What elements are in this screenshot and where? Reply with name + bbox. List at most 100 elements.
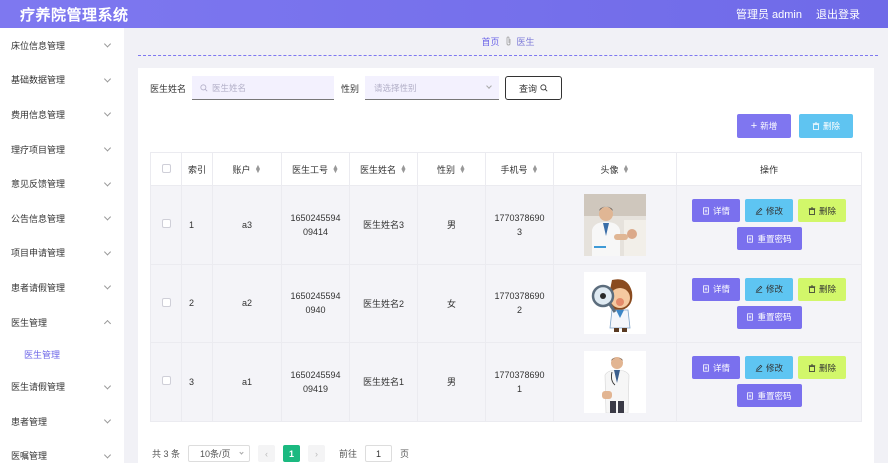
chevron-down-icon (103, 40, 112, 48)
sidebar-item-patient-leave[interactable]: 患者请假管理 (0, 270, 124, 305)
select-all-checkbox[interactable] (161, 163, 171, 173)
main-content: 首页 医生 医生姓名 医生姓名 性别 请选择性别 查询 + 新增 删除 索引 账… (124, 28, 888, 463)
chevron-down-icon (103, 451, 112, 459)
total-count: 共 3 条 (152, 449, 181, 459)
sidebar-item-therapy[interactable]: 理疗项目管理 (0, 132, 124, 167)
cell-gender: 男 (417, 185, 486, 265)
cell-name: 医生姓名3 (349, 185, 418, 265)
sidebar-item-project-apply[interactable]: 项目申请管理 (0, 236, 124, 271)
sort-icon[interactable]: ▲ ▼ (532, 164, 539, 175)
breadcrumb-current: 医生 (516, 37, 535, 47)
chevron-up-icon (103, 320, 112, 328)
delete-button[interactable]: 删除 (798, 199, 846, 223)
search-icon (540, 84, 548, 92)
sort-icon[interactable]: ▲ ▼ (623, 164, 630, 175)
toolbar: + 新增 删除 (737, 114, 853, 138)
delete-button[interactable]: 删除 (798, 277, 846, 301)
header-gender[interactable]: 性别 ▲ ▼ (417, 152, 486, 186)
chevron-down-icon (103, 282, 112, 290)
doctor-avatar-photo[interactable] (584, 350, 646, 413)
edit-button[interactable]: 修改 (745, 277, 793, 301)
table-row: 3 a1 1650245594 09419 医生姓名1 男 1770378690… (150, 342, 862, 422)
gender-select[interactable]: 请选择性别 (365, 76, 500, 100)
edit-button[interactable]: 修改 (745, 199, 793, 223)
header-avatar[interactable]: 头像 ▲ ▼ (553, 152, 677, 186)
chevron-down-icon (103, 248, 112, 256)
doctor-list-card: 医生姓名 医生姓名 性别 请选择性别 查询 + 新增 删除 索引 账户 ▲ ▼ … (138, 68, 874, 463)
sidebar-item-feedback[interactable]: 意见反馈管理 (0, 166, 124, 201)
sort-icon[interactable]: ▲ ▼ (255, 164, 262, 175)
breadcrumb: 首页 医生 (138, 28, 878, 56)
current-user: 管理员 admin (735, 9, 802, 21)
doctor-avatar-photo[interactable] (584, 193, 646, 256)
cell-name: 医生姓名1 (349, 342, 418, 422)
sidebar-item-doctor-leave[interactable]: 医生请假管理 (0, 369, 124, 404)
cell-index: 3 (181, 342, 213, 422)
row-actions: 详情 修改 删除 重置密码 (677, 199, 861, 251)
document-icon (747, 392, 754, 400)
table-row: 1 a3 1650245594 09414 医生姓名3 男 1770378690… (150, 185, 862, 265)
sidebar-item-doctor[interactable]: 医生管理 (0, 305, 124, 340)
detail-button[interactable]: 详情 (692, 356, 740, 380)
cell-gender: 女 (417, 263, 486, 343)
breadcrumb-home[interactable]: 首页 (481, 35, 499, 48)
reset-password-button[interactable]: 重置密码 (736, 227, 802, 251)
sidebar-subitem-doctor[interactable]: 医生管理 (0, 339, 124, 369)
page-size-select[interactable]: 10条/页 (188, 445, 251, 462)
row-checkbox[interactable] (161, 219, 171, 229)
name-label: 医生姓名 (150, 83, 187, 94)
delete-button[interactable]: 删除 (798, 356, 846, 380)
batch-delete-button[interactable]: 删除 (799, 114, 853, 138)
sidebar-item-order[interactable]: 医嘱管理 (0, 439, 124, 463)
plus-icon: + (750, 119, 758, 132)
cell-phone: 1770378690 1 (494, 369, 545, 394)
chevron-down-icon (103, 213, 112, 221)
app-title: 疗养院管理系统 (20, 6, 129, 24)
table-row: 2 a2 1650245594 0940 医生姓名2 女 1770378690 … (150, 263, 862, 343)
header-job-no[interactable]: 医生工号 ▲ ▼ (281, 152, 350, 186)
sort-icon[interactable]: ▲ ▼ (459, 164, 466, 175)
chevron-down-icon (103, 382, 112, 390)
pencil-icon (755, 364, 763, 372)
sort-icon[interactable]: ▲ ▼ (400, 164, 407, 175)
search-icon (200, 83, 208, 91)
trash-icon (808, 207, 816, 215)
sidebar-item-notice[interactable]: 公告信息管理 (0, 201, 124, 236)
sidebar-item-fee[interactable]: 费用信息管理 (0, 97, 124, 132)
row-actions: 详情 修改 删除 重置密码 (677, 356, 861, 408)
query-button[interactable]: 查询 (505, 76, 563, 100)
detail-button[interactable]: 详情 (692, 277, 740, 301)
pagination: 共 3 条 10条/页 ‹ 1 › 前往 1 页 (152, 445, 409, 462)
row-checkbox[interactable] (161, 297, 171, 307)
add-button[interactable]: + 新增 (737, 114, 791, 138)
sidebar-item-bed[interactable]: 床位信息管理 (0, 28, 124, 63)
gender-label: 性别 (341, 83, 360, 94)
logout-link[interactable]: 退出登录 (816, 6, 860, 22)
sort-icon[interactable]: ▲ ▼ (332, 164, 339, 175)
goto-page-input[interactable]: 1 (365, 445, 393, 462)
sidebar-item-base-data[interactable]: 基础数据管理 (0, 63, 124, 98)
header-actions: 操作 (676, 152, 862, 186)
prev-page-button[interactable]: ‹ (258, 445, 276, 462)
next-page-button[interactable]: › (308, 445, 326, 462)
doctor-name-input[interactable]: 医生姓名 (192, 76, 335, 100)
row-checkbox[interactable] (161, 376, 171, 386)
header-account[interactable]: 账户 ▲ ▼ (212, 152, 282, 186)
header-phone[interactable]: 手机号 ▲ ▼ (485, 152, 554, 186)
detail-button[interactable]: 详情 (692, 199, 740, 223)
page-number[interactable]: 1 (283, 445, 301, 462)
doctor-avatar-cartoon[interactable] (584, 272, 646, 335)
reset-password-button[interactable]: 重置密码 (736, 384, 802, 408)
sidebar-item-patient[interactable]: 患者管理 (0, 404, 124, 439)
table-header-row: 索引 账户 ▲ ▼ 医生工号 ▲ ▼ 医生姓名 ▲ ▼ 性别 ▲ ▼ 手机号 ▲ ▼ 头像 ▲ ▼ 操作 (150, 152, 862, 186)
header-name[interactable]: 医生姓名 ▲ ▼ (349, 152, 418, 186)
cell-account: a2 (212, 263, 282, 343)
document-icon (747, 313, 754, 321)
cell-name: 医生姓名2 (349, 263, 418, 343)
page-suffix: 页 (400, 449, 410, 459)
trash-icon (808, 364, 816, 372)
chevron-down-icon (103, 75, 112, 83)
trash-icon (812, 122, 820, 130)
reset-password-button[interactable]: 重置密码 (736, 305, 802, 329)
edit-button[interactable]: 修改 (745, 356, 793, 380)
